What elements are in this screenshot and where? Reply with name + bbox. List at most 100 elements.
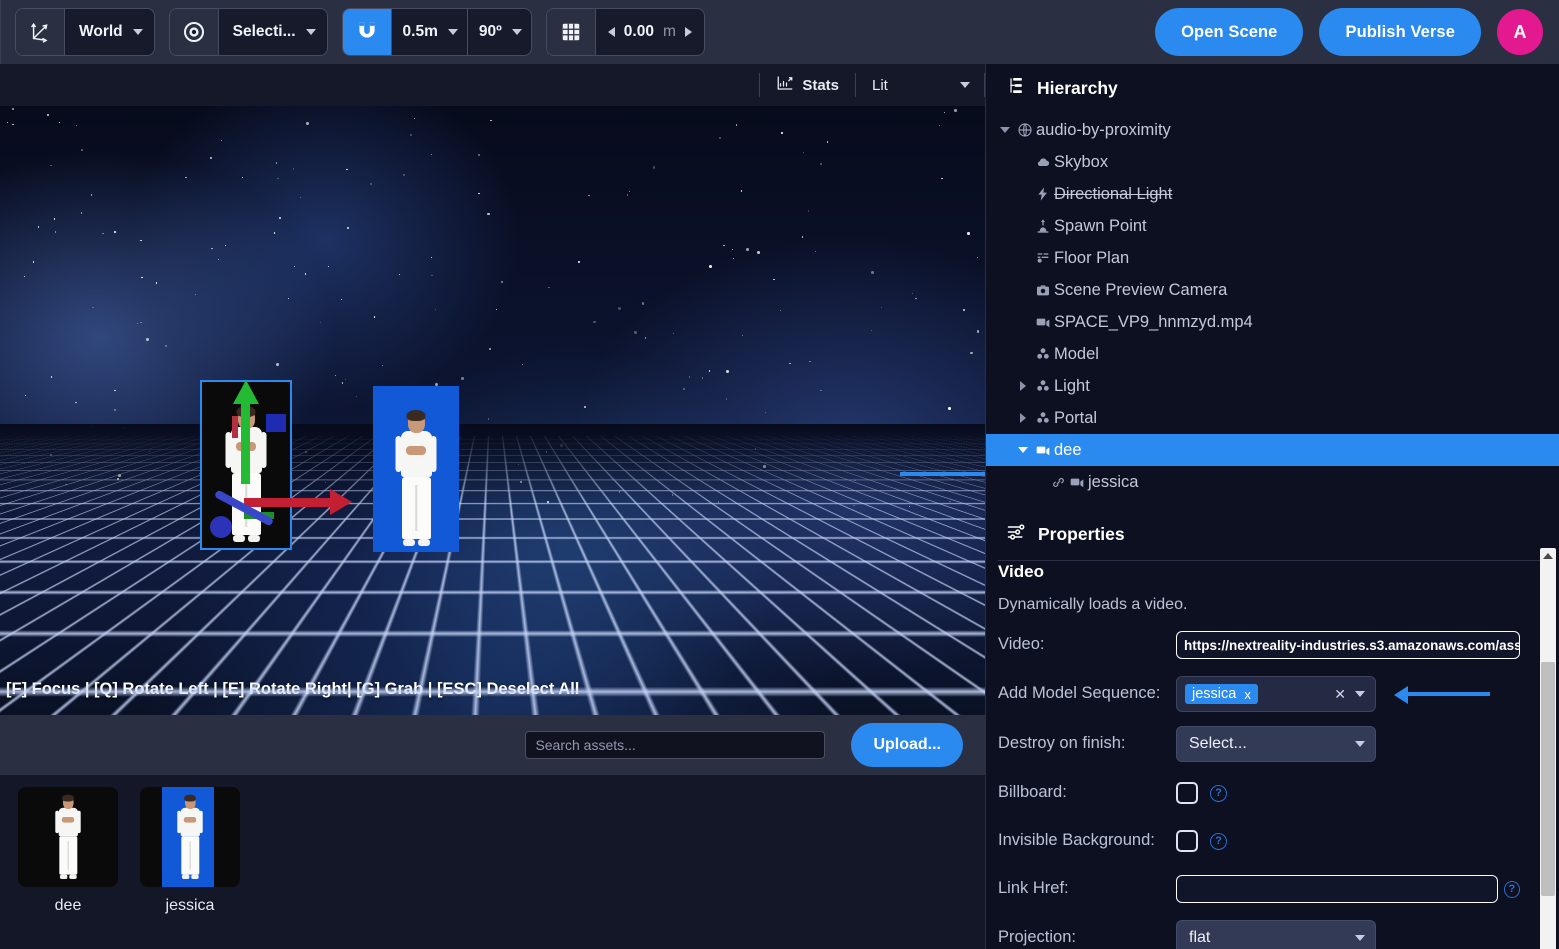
- asset-label: jessica: [165, 897, 215, 914]
- scrollbar-thumb[interactable]: [1541, 662, 1555, 896]
- chevron-down-icon[interactable]: [996, 127, 1014, 133]
- destroy-on-finish-value: Select...: [1189, 735, 1247, 752]
- hierarchy-item-spawn-point[interactable]: Spawn Point: [986, 210, 1559, 242]
- hierarchy-item-floor-plan[interactable]: Floor Plan: [986, 242, 1559, 274]
- snap-rotate-value: 90º: [478, 23, 502, 40]
- pivot-mode-group[interactable]: Selecti...: [168, 8, 328, 56]
- target-icon[interactable]: [169, 9, 218, 55]
- hierarchy-item-model[interactable]: Model: [986, 338, 1559, 370]
- asset-thumbnail[interactable]: [18, 787, 118, 887]
- upload-button[interactable]: Upload...: [851, 723, 963, 767]
- prop-row-add-model-sequence: Add Model Sequence: jessica x ✕: [992, 676, 1520, 712]
- chip-remove-icon[interactable]: x: [1244, 687, 1251, 702]
- hierarchy-tree: audio-by-proximity Skybox Directional Ligh…: [986, 112, 1559, 498]
- chevron-down-icon[interactable]: [1355, 691, 1365, 697]
- grid-height-stepper[interactable]: 0.00 m: [596, 9, 704, 55]
- hierarchy-item-space-vp9-hnmzyd-mp4[interactable]: SPACE_VP9_hnmzyd.mp4: [986, 306, 1559, 338]
- chevron-down-icon: [447, 29, 458, 35]
- destroy-on-finish-select[interactable]: Select...: [1176, 726, 1376, 762]
- snap-translate-select[interactable]: 0.5m: [392, 9, 467, 55]
- snap-rotate-select[interactable]: 90º: [468, 9, 531, 55]
- grid-group[interactable]: 0.00 m: [545, 8, 705, 56]
- magnet-icon[interactable]: [342, 9, 391, 55]
- prop-label-projection: Projection:: [998, 928, 1076, 947]
- render-mode-select[interactable]: Lit: [856, 64, 984, 106]
- prop-label-add-model-sequence: Add Model Sequence:: [998, 684, 1161, 703]
- clear-all-icon[interactable]: ✕: [1334, 686, 1346, 703]
- snap-group[interactable]: 0.5m 90º: [341, 8, 532, 56]
- coordinate-space-group[interactable]: World: [15, 8, 155, 56]
- hierarchy-item-scene-preview-camera[interactable]: Scene Preview Camera: [986, 274, 1559, 306]
- camera-icon: [1032, 282, 1054, 298]
- stepper-decrement-icon[interactable]: [607, 27, 615, 37]
- add-model-sequence-multiselect[interactable]: jessica x ✕: [1176, 676, 1376, 712]
- hierarchy-item-label: Skybox: [1054, 152, 1109, 171]
- scene-viewport[interactable]: [F] Focus | [Q] Rotate Left | [E] Rotate…: [0, 106, 985, 715]
- pivot-mode-value: Selecti...: [232, 23, 296, 40]
- stepper-increment-icon[interactable]: [684, 27, 692, 37]
- toolbar-actions: Open Scene Publish Verse A: [1155, 8, 1559, 56]
- jessica-figure: [392, 410, 440, 546]
- stats-toggle[interactable]: Stats: [760, 64, 855, 106]
- scene-object-dee[interactable]: [200, 380, 292, 550]
- hierarchy-item-light[interactable]: Light: [986, 370, 1559, 402]
- figure-hair: [236, 406, 256, 417]
- billboard-checkbox[interactable]: [1176, 782, 1198, 804]
- coordinate-space-select[interactable]: World: [65, 9, 154, 55]
- hierarchy-item-label: audio-by-proximity: [1036, 120, 1171, 139]
- prop-row-projection: Projection: flat: [992, 920, 1520, 949]
- figure-head: [236, 406, 256, 429]
- hierarchy-item-skybox[interactable]: Skybox: [986, 146, 1559, 178]
- cubes-icon: [1032, 378, 1054, 394]
- viewport-shortcut-hint: [F] Focus | [Q] Rotate Left | [E] Rotate…: [6, 680, 580, 698]
- video-url-input[interactable]: https://nextreality-industries.s3.amazon…: [1176, 631, 1520, 659]
- hierarchy-item-jessica[interactable]: jessica: [986, 466, 1559, 498]
- hierarchy-item-directional-light[interactable]: Directional Light: [986, 178, 1559, 210]
- invisible-background-checkbox[interactable]: [1176, 830, 1198, 852]
- prop-row-billboard: Billboard: ?: [992, 776, 1520, 810]
- help-icon[interactable]: ?: [1503, 880, 1520, 898]
- stats-label: Stats: [802, 76, 839, 94]
- render-mode-value: Lit: [872, 76, 888, 94]
- axes-icon[interactable]: [16, 9, 64, 55]
- grid-icon[interactable]: [546, 9, 595, 55]
- pivot-mode-select[interactable]: Selecti...: [219, 9, 327, 55]
- hierarchy-item-dee[interactable]: dee: [986, 434, 1559, 466]
- prop-label-link-href: Link Href:: [998, 879, 1069, 898]
- hierarchy-item-label: Light: [1054, 376, 1090, 395]
- hierarchy-item-portal[interactable]: Portal: [986, 402, 1559, 434]
- search-assets-input[interactable]: [525, 731, 826, 759]
- chevron-right-icon[interactable]: [1014, 381, 1032, 391]
- chevron-down-icon: [960, 82, 970, 88]
- publish-verse-button[interactable]: Publish Verse: [1319, 8, 1481, 56]
- grid-height-unit: m: [662, 23, 676, 40]
- asset-figure: [53, 794, 83, 879]
- scrollbar-up-icon[interactable]: [1540, 548, 1556, 564]
- asset-card-jessica[interactable]: jessica: [140, 787, 240, 949]
- top-toolbar: World Selecti... 0.5m 90º 0.00 m Open Sc…: [0, 0, 1559, 64]
- multiselect-controls: ✕: [1334, 686, 1367, 703]
- chevron-down-icon[interactable]: [1014, 447, 1032, 453]
- scene-object-jessica[interactable]: [373, 386, 459, 552]
- properties-scroll-area[interactable]: Video Dynamically loads a video. Video: …: [986, 548, 1559, 949]
- hierarchy-item-audio-by-proximity[interactable]: audio-by-proximity: [986, 114, 1559, 146]
- video-icon: [1066, 474, 1088, 490]
- figure-feet: [401, 539, 431, 546]
- asset-figure: [175, 794, 205, 879]
- model-sequence-chip[interactable]: jessica x: [1185, 684, 1258, 704]
- avatar[interactable]: A: [1497, 9, 1543, 55]
- asset-card-dee[interactable]: dee: [18, 787, 118, 949]
- right-panel: Hierarchy audio-by-proximity Skybox Direct…: [985, 64, 1559, 949]
- properties-scrollbar[interactable]: [1540, 548, 1556, 949]
- chevron-right-icon[interactable]: [1014, 413, 1032, 423]
- open-scene-button[interactable]: Open Scene: [1155, 8, 1304, 56]
- figure-arms: [395, 436, 437, 476]
- asset-thumbnail[interactable]: [140, 787, 240, 887]
- help-icon[interactable]: ?: [1210, 784, 1227, 802]
- video-section-description: Dynamically loads a video.: [998, 596, 1188, 613]
- projection-select[interactable]: flat: [1176, 920, 1376, 949]
- prop-row-invisible-background: Invisible Background: ?: [992, 824, 1520, 858]
- link-href-input[interactable]: [1176, 875, 1498, 903]
- chevron-down-icon: [305, 29, 316, 35]
- help-icon[interactable]: ?: [1210, 832, 1227, 850]
